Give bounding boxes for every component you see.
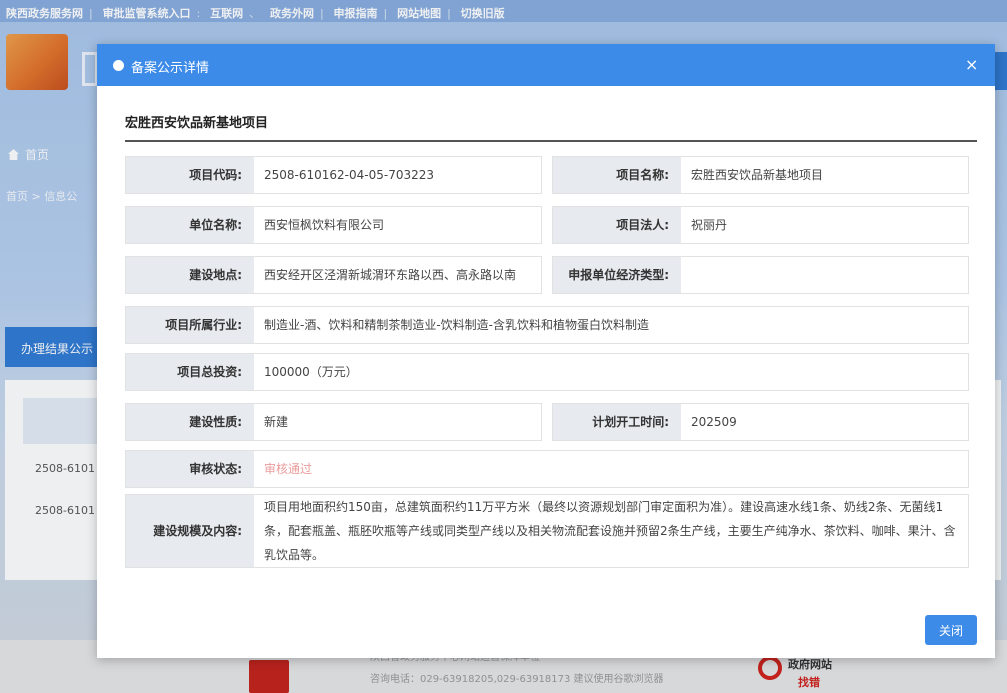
- project-code-label: 项目代码:: [126, 157, 254, 193]
- record-detail-modal: 备案公示详情 × 宏胜西安饮品新基地项目 项目代码: 2508-610162-0…: [97, 44, 995, 658]
- field-industry: 项目所属行业: 制造业-酒、饮料和精制茶制造业-饮料制造-含乳饮料和植物蛋白饮料…: [125, 306, 969, 344]
- start-time-value: 202509: [691, 415, 737, 429]
- field-status: 审核状态: 审核通过: [125, 450, 969, 488]
- project-title: 宏胜西安饮品新基地项目: [125, 116, 269, 131]
- scale-label: 建设规模及内容:: [126, 495, 254, 567]
- org-name-label: 单位名称:: [126, 207, 254, 243]
- title-divider: [125, 140, 977, 142]
- nature-value: 新建: [264, 415, 289, 429]
- project-name-value: 宏胜西安饮品新基地项目: [691, 168, 824, 182]
- investment-value: 100000（万元）: [264, 365, 358, 379]
- econ-type-label: 申报单位经济类型:: [553, 257, 681, 293]
- investment-label: 项目总投资:: [126, 354, 254, 390]
- field-project-name: 项目名称: 宏胜西安饮品新基地项目: [552, 156, 969, 194]
- status-value: 审核通过: [264, 462, 313, 476]
- field-econ-type: 申报单位经济类型:: [552, 256, 969, 294]
- legal-person-label: 项目法人:: [553, 207, 681, 243]
- start-time-label: 计划开工时间:: [553, 404, 681, 440]
- field-project-code: 项目代码: 2508-610162-04-05-703223: [125, 156, 542, 194]
- close-icon[interactable]: ×: [965, 55, 978, 74]
- field-scale: 建设规模及内容: 项目用地面积约150亩，总建筑面积约11万平方米（最终以资源规…: [125, 494, 969, 568]
- site-value: 西安经开区泾渭新城渭环东路以西、高永路以南: [264, 268, 517, 282]
- legal-person-value: 祝丽丹: [691, 218, 728, 232]
- scale-value: 项目用地面积约150亩，总建筑面积约11万平方米（最终以资源规划部门审定面积为准…: [264, 500, 956, 562]
- field-investment: 项目总投资: 100000（万元）: [125, 353, 969, 391]
- field-org-name: 单位名称: 西安恒枫饮料有限公司: [125, 206, 542, 244]
- field-site: 建设地点: 西安经开区泾渭新城渭环东路以西、高永路以南: [125, 256, 542, 294]
- modal-title: 备案公示详情: [131, 61, 210, 76]
- field-start-time: 计划开工时间: 202509: [552, 403, 969, 441]
- site-label: 建设地点:: [126, 257, 254, 293]
- modal-header: 备案公示详情 ×: [97, 44, 995, 86]
- status-label: 审核状态:: [126, 451, 254, 487]
- close-button[interactable]: 关闭: [925, 615, 977, 645]
- project-code-value: 2508-610162-04-05-703223: [264, 168, 435, 182]
- industry-label: 项目所属行业:: [126, 307, 254, 343]
- nature-label: 建设性质:: [126, 404, 254, 440]
- project-name-label: 项目名称:: [553, 157, 681, 193]
- field-legal-person: 项目法人: 祝丽丹: [552, 206, 969, 244]
- industry-value: 制造业-酒、饮料和精制茶制造业-饮料制造-含乳饮料和植物蛋白饮料制造: [264, 318, 649, 332]
- econ-type-value: [681, 257, 968, 293]
- org-name-value: 西安恒枫饮料有限公司: [264, 218, 385, 232]
- field-nature: 建设性质: 新建: [125, 403, 542, 441]
- header-dot-icon: [113, 60, 124, 71]
